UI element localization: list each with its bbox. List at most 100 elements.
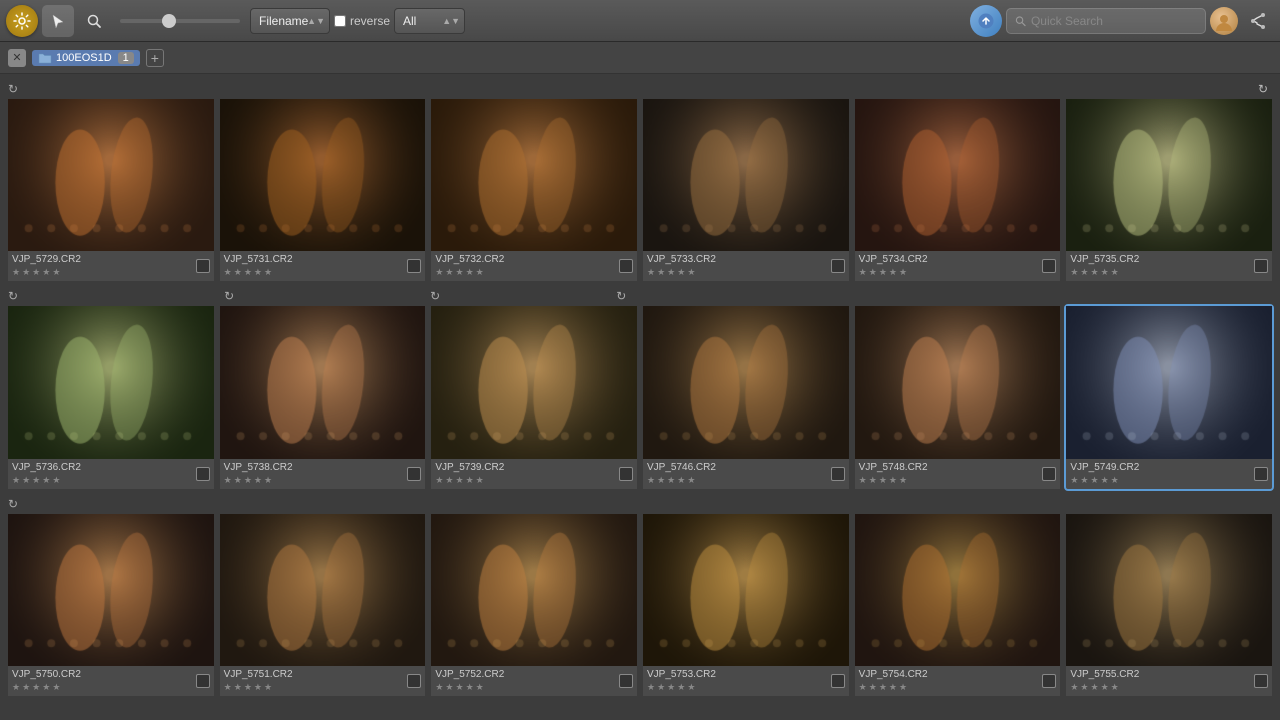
search-input[interactable] bbox=[1031, 14, 1197, 28]
photo-thumbnail bbox=[643, 306, 849, 458]
photo-select-checkbox[interactable] bbox=[196, 674, 210, 688]
row3-icon1: ↻ bbox=[8, 497, 18, 511]
cursor-tool-button[interactable] bbox=[42, 5, 74, 37]
star-icon: ★ bbox=[466, 475, 474, 486]
star-icon: ★ bbox=[254, 682, 262, 693]
photo-cell-vjp5746[interactable]: VJP_5746.CR2★★★★★ bbox=[643, 306, 849, 488]
star-icon: ★ bbox=[657, 682, 665, 693]
photo-cell-vjp5738[interactable]: VJP_5738.CR2★★★★★ bbox=[220, 306, 426, 488]
star-icon: ★ bbox=[264, 682, 272, 693]
sort-select[interactable]: Filename Date Rating bbox=[250, 8, 330, 34]
star-icon: ★ bbox=[1080, 475, 1088, 486]
photo-select-checkbox[interactable] bbox=[1254, 467, 1268, 481]
photo-name: VJP_5748.CR2 bbox=[859, 462, 1043, 473]
photo-canvas bbox=[1066, 99, 1272, 251]
photo-select-checkbox[interactable] bbox=[831, 467, 845, 481]
star-icon: ★ bbox=[1101, 682, 1109, 693]
photo-thumbnail bbox=[643, 99, 849, 251]
star-icon: ★ bbox=[1101, 475, 1109, 486]
photo-meta: VJP_5752.CR2★★★★★ bbox=[435, 669, 619, 693]
close-folder-button[interactable]: ✕ bbox=[8, 49, 26, 67]
photo-select-checkbox[interactable] bbox=[619, 259, 633, 273]
user-avatar-button[interactable] bbox=[1210, 7, 1238, 35]
photo-info: VJP_5738.CR2★★★★★ bbox=[220, 459, 426, 489]
photo-select-checkbox[interactable] bbox=[1042, 467, 1056, 481]
photo-stars: ★★★★★ bbox=[859, 475, 1043, 486]
photo-cell-vjp5731[interactable]: VJP_5731.CR2★★★★★ bbox=[220, 99, 426, 281]
photo-cell-vjp5732[interactable]: VJP_5732.CR2★★★★★ bbox=[431, 99, 637, 281]
photo-meta: VJP_5754.CR2★★★★★ bbox=[859, 669, 1043, 693]
photo-cell-vjp5749[interactable]: VJP_5749.CR2★★★★★ bbox=[1066, 306, 1272, 488]
reverse-checkbox[interactable] bbox=[334, 15, 346, 27]
photo-select-checkbox[interactable] bbox=[1042, 674, 1056, 688]
photo-cell-vjp5739[interactable]: VJP_5739.CR2★★★★★ bbox=[431, 306, 637, 488]
photo-name: VJP_5733.CR2 bbox=[647, 254, 831, 265]
star-icon: ★ bbox=[224, 267, 232, 278]
star-icon: ★ bbox=[1090, 267, 1098, 278]
photo-cell-vjp5748[interactable]: VJP_5748.CR2 ★★★★★ bbox=[855, 306, 1061, 488]
photo-cell-vjp5735[interactable]: VJP_5735.CR2★★★★★ bbox=[1066, 99, 1272, 281]
photo-select-checkbox[interactable] bbox=[1254, 259, 1268, 273]
star-icon: ★ bbox=[455, 682, 463, 693]
photo-row-3: VJP_5750.CR2★★★★★VJP_5751.CR2★★★★★VJP_57… bbox=[4, 514, 1276, 696]
photo-info: VJP_5753.CR2★★★★★ bbox=[643, 666, 849, 696]
photo-select-checkbox[interactable] bbox=[407, 467, 421, 481]
photo-select-checkbox[interactable] bbox=[196, 467, 210, 481]
photo-info: VJP_5749.CR2★★★★★ bbox=[1066, 459, 1272, 489]
photo-cell-vjp5736[interactable]: VJP_5736.CR2★★★★★ bbox=[8, 306, 214, 488]
photo-select-checkbox[interactable] bbox=[831, 674, 845, 688]
photo-canvas bbox=[643, 514, 849, 666]
photo-cell-vjp5734[interactable]: VJP_5734.CR2★★★★★ bbox=[855, 99, 1061, 281]
photo-name: VJP_5750.CR2 bbox=[12, 669, 196, 680]
breadcrumb-bar: ✕ 100EOS1D 1 + bbox=[0, 42, 1280, 74]
star-icon: ★ bbox=[435, 475, 443, 486]
share-button[interactable] bbox=[1242, 5, 1274, 37]
size-slider-input[interactable] bbox=[120, 19, 240, 23]
photo-canvas bbox=[855, 306, 1061, 458]
photo-cell-vjp5753[interactable]: VJP_5753.CR2★★★★★ bbox=[643, 514, 849, 696]
star-icon: ★ bbox=[264, 475, 272, 486]
row2-icon1: ↻ bbox=[8, 289, 18, 303]
photo-canvas bbox=[220, 514, 426, 666]
photo-info: VJP_5733.CR2★★★★★ bbox=[643, 251, 849, 281]
photo-select-checkbox[interactable] bbox=[619, 674, 633, 688]
thumbnail-size-slider bbox=[120, 19, 240, 23]
star-icon: ★ bbox=[22, 475, 30, 486]
star-icon: ★ bbox=[859, 267, 867, 278]
gear-button[interactable] bbox=[6, 5, 38, 37]
photo-cell-vjp5733[interactable]: VJP_5733.CR2★★★★★ bbox=[643, 99, 849, 281]
photo-cell-vjp5755[interactable]: VJP_5755.CR2★★★★★ bbox=[1066, 514, 1272, 696]
photo-select-checkbox[interactable] bbox=[1042, 259, 1056, 273]
photo-name: VJP_5736.CR2 bbox=[12, 462, 196, 473]
photo-cell-vjp5754[interactable]: VJP_5754.CR2★★★★★ bbox=[855, 514, 1061, 696]
photo-cell-vjp5750[interactable]: VJP_5750.CR2 ★★★★★ bbox=[8, 514, 214, 696]
star-icon: ★ bbox=[244, 682, 252, 693]
photo-stars: ★★★★★ bbox=[859, 682, 1043, 693]
photo-stars: ★★★★★ bbox=[12, 682, 196, 693]
folder-badge-count: 1 bbox=[118, 52, 134, 64]
photo-meta: VJP_5746.CR2★★★★★ bbox=[647, 462, 831, 486]
photo-select-checkbox[interactable] bbox=[407, 674, 421, 688]
photo-stars: ★★★★★ bbox=[859, 267, 1043, 278]
photo-select-checkbox[interactable] bbox=[407, 259, 421, 273]
add-folder-button[interactable]: + bbox=[146, 49, 164, 67]
photo-canvas bbox=[855, 514, 1061, 666]
photo-cell-vjp5751[interactable]: VJP_5751.CR2★★★★★ bbox=[220, 514, 426, 696]
filter-select[interactable]: All Picks Rejects bbox=[394, 8, 465, 34]
photo-cell-vjp5729[interactable]: VJP_5729.CR2★★★★★ bbox=[8, 99, 214, 281]
photo-thumbnail bbox=[855, 99, 1061, 251]
upload-button[interactable] bbox=[970, 5, 1002, 37]
photo-select-checkbox[interactable] bbox=[619, 467, 633, 481]
photo-thumbnail bbox=[431, 514, 637, 666]
photo-name: VJP_5732.CR2 bbox=[435, 254, 619, 265]
star-icon: ★ bbox=[234, 682, 242, 693]
photo-select-checkbox[interactable] bbox=[1254, 674, 1268, 688]
photo-select-checkbox[interactable] bbox=[831, 259, 845, 273]
photo-thumbnail bbox=[8, 306, 214, 458]
star-icon: ★ bbox=[12, 682, 20, 693]
photo-select-checkbox[interactable] bbox=[196, 259, 210, 273]
photo-canvas bbox=[1066, 306, 1272, 458]
magnify-tool-button[interactable] bbox=[78, 5, 110, 37]
photo-cell-vjp5752[interactable]: VJP_5752.CR2★★★★★ bbox=[431, 514, 637, 696]
filter-select-wrapper: All Picks Rejects ▲▼ bbox=[394, 8, 465, 34]
